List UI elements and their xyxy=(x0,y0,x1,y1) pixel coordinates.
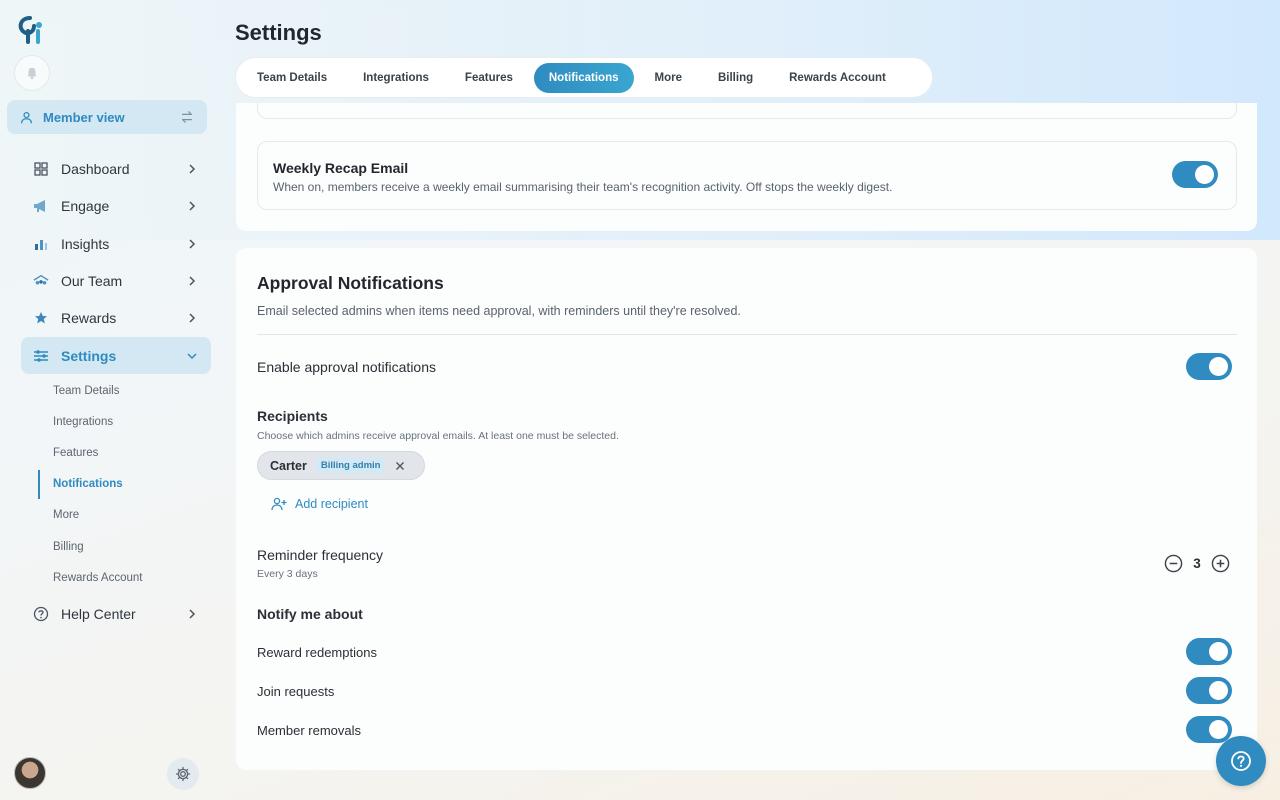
previous-setting-row xyxy=(257,103,1237,119)
add-recipient-button[interactable]: Add recipient xyxy=(271,497,368,511)
tab-more[interactable]: More xyxy=(640,63,697,93)
gear-icon xyxy=(175,766,191,782)
sidebar-item-insights[interactable]: Insights xyxy=(21,225,211,262)
join-requests-toggle[interactable] xyxy=(1186,677,1232,704)
swap-icon xyxy=(182,111,192,123)
app-logo[interactable] xyxy=(14,14,50,46)
tab-team-details[interactable]: Team Details xyxy=(242,63,342,93)
minus-circle-icon[interactable] xyxy=(1164,554,1183,573)
bar-chart-icon xyxy=(33,236,49,252)
sidebar-subitem-billing[interactable]: Billing xyxy=(53,541,84,553)
weekly-recap-toggle[interactable] xyxy=(1172,161,1218,188)
tab-rewards-account[interactable]: Rewards Account xyxy=(774,63,901,93)
reward-redemptions-toggle[interactable] xyxy=(1186,638,1232,665)
recipients-title: Recipients xyxy=(257,408,328,424)
reminder-frequency-label: Reminder frequency xyxy=(257,547,384,563)
grid-icon xyxy=(33,161,49,177)
chevron-right-icon xyxy=(189,200,196,211)
remove-recipient-button[interactable] xyxy=(394,460,406,472)
reward-redemptions-label: Reward redemptions xyxy=(257,645,377,660)
tab-notifications[interactable]: Notifications xyxy=(533,62,634,93)
bell-icon xyxy=(27,67,37,80)
recipients-description: Choose which admins receive approval ema… xyxy=(257,430,619,442)
sidebar-item-settings[interactable]: Settings xyxy=(21,337,211,374)
sidebar-item-label: Settings xyxy=(61,347,117,364)
member-removals-toggle[interactable] xyxy=(1186,716,1232,743)
notifications-bell-button[interactable] xyxy=(14,55,50,91)
close-icon xyxy=(396,461,405,470)
page-title: Settings xyxy=(235,20,322,45)
member-view-switch[interactable]: Member view xyxy=(7,100,207,134)
sidebar-item-rewards[interactable]: Rewards xyxy=(21,299,211,336)
add-recipient-label: Add recipient xyxy=(295,497,368,511)
recipient-name: Carter xyxy=(270,458,307,473)
sidebar: Member view Dashboard Engage Insights Ou… xyxy=(0,0,220,800)
plus-circle-icon[interactable] xyxy=(1211,554,1230,573)
settings-tabs: Team Details Integrations Features Notif… xyxy=(235,57,933,98)
account-settings-button[interactable] xyxy=(167,758,199,790)
sidebar-item-label: Engage xyxy=(61,197,110,214)
sidebar-item-label: Dashboard xyxy=(61,160,130,177)
sidebar-item-our-team[interactable]: Our Team xyxy=(21,262,211,299)
chevron-down-icon xyxy=(187,352,197,359)
enable-approval-toggle[interactable] xyxy=(1186,353,1232,380)
sidebar-item-label: Rewards xyxy=(61,309,117,326)
sidebar-subitem-features[interactable]: Features xyxy=(53,447,98,459)
megaphone-icon xyxy=(33,198,49,214)
sidebar-subitem-more[interactable]: More xyxy=(53,509,79,521)
approval-notifications-card: Approval Notifications Email selected ad… xyxy=(236,248,1257,770)
join-requests-label: Join requests xyxy=(257,684,335,699)
weekly-recap-row: Weekly Recap Email When on, members rece… xyxy=(257,141,1237,210)
reminder-frequency-stepper: 3 xyxy=(1164,553,1230,573)
sidebar-item-help-center[interactable]: Help Center xyxy=(21,595,211,632)
help-chat-button[interactable] xyxy=(1216,736,1266,786)
active-subitem-indicator xyxy=(38,470,40,499)
tab-billing[interactable]: Billing xyxy=(703,63,768,93)
member-removals-label: Member removals xyxy=(257,723,362,738)
weekly-recap-title: Weekly Recap Email xyxy=(273,160,409,176)
chevron-right-icon xyxy=(189,163,196,174)
star-icon xyxy=(33,310,49,326)
add-user-icon xyxy=(271,497,287,511)
weekly-recap-description: When on, members receive a weekly email … xyxy=(273,180,893,194)
chevron-right-icon xyxy=(189,608,196,619)
sidebar-item-label: Insights xyxy=(61,235,110,252)
sidebar-item-engage[interactable]: Engage xyxy=(21,187,211,224)
reminder-frequency-value: 3 xyxy=(1193,555,1201,571)
chevron-right-icon xyxy=(189,238,196,249)
user-avatar[interactable] xyxy=(14,757,46,789)
team-icon xyxy=(33,273,49,289)
user-icon xyxy=(20,111,33,123)
help-circle-icon xyxy=(1231,751,1251,771)
reminder-frequency-description: Every 3 days xyxy=(257,568,318,580)
help-circle-icon xyxy=(33,606,49,622)
approval-title: Approval Notifications xyxy=(257,273,444,293)
recipient-role-badge: Billing admin xyxy=(315,457,386,474)
member-view-label: Member view xyxy=(43,109,125,125)
sidebar-item-label: Our Team xyxy=(61,272,123,289)
sidebar-item-dashboard[interactable]: Dashboard xyxy=(21,150,211,187)
sidebar-subitem-team-details[interactable]: Team Details xyxy=(53,385,119,397)
chevron-right-icon xyxy=(189,275,196,286)
sliders-icon xyxy=(33,348,49,364)
chevron-right-icon xyxy=(189,312,196,323)
sidebar-item-label: Help Center xyxy=(61,605,136,622)
email-settings-card: Weekly Recap Email When on, members rece… xyxy=(236,103,1257,231)
notify-me-title: Notify me about xyxy=(257,606,363,622)
recipient-chip: Carter Billing admin xyxy=(257,451,425,480)
tab-features[interactable]: Features xyxy=(450,63,528,93)
divider xyxy=(257,334,1237,335)
approval-description: Email selected admins when items need ap… xyxy=(257,304,741,318)
sidebar-subitem-rewards-account[interactable]: Rewards Account xyxy=(53,572,143,584)
enable-approval-label: Enable approval notifications xyxy=(257,359,437,375)
sidebar-subitem-notifications[interactable]: Notifications xyxy=(53,478,123,490)
sidebar-subitem-integrations[interactable]: Integrations xyxy=(53,416,113,428)
tab-integrations[interactable]: Integrations xyxy=(348,63,444,93)
